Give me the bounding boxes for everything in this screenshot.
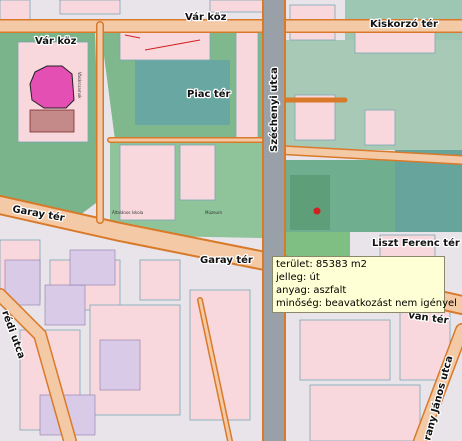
label-museum: Múzeum bbox=[205, 210, 222, 215]
label-garay-ter-right: Garay tér bbox=[200, 254, 253, 266]
main-road bbox=[262, 0, 286, 441]
label-liszt-ferenc-ter: Liszt Ferenc tér bbox=[372, 237, 460, 249]
label-var-koz-left: Vár köz bbox=[35, 35, 77, 47]
info-material: anyag: aszfalt bbox=[276, 285, 347, 296]
info-type: jelleg: út bbox=[276, 272, 320, 283]
label-piac-ter: Piac tér bbox=[187, 88, 230, 100]
label-market-hall: Vásárcsarnok bbox=[77, 72, 82, 99]
label-school: Általános Iskola bbox=[112, 210, 144, 215]
label-var-koz-top: Vár köz bbox=[185, 11, 227, 23]
map-canvas[interactable]: Vár köz Vár köz Kiskorzó tér Piac tér Sz… bbox=[0, 0, 462, 441]
label-kiskorzo-ter: Kiskorzó tér bbox=[370, 18, 438, 30]
map-layer: Vár köz Vár köz Kiskorzó tér Piac tér Sz… bbox=[0, 0, 462, 441]
label-szechenyi-utca: Széchenyi utca bbox=[268, 67, 280, 152]
feature-info-tooltip: terület: 85383 m2 jelleg: út anyag: aszf… bbox=[272, 256, 457, 313]
info-area: terület: 85383 m2 bbox=[276, 259, 368, 270]
info-quality: minőség: beavatkozást nem igényel bbox=[276, 298, 457, 309]
market-hall bbox=[29, 65, 75, 133]
